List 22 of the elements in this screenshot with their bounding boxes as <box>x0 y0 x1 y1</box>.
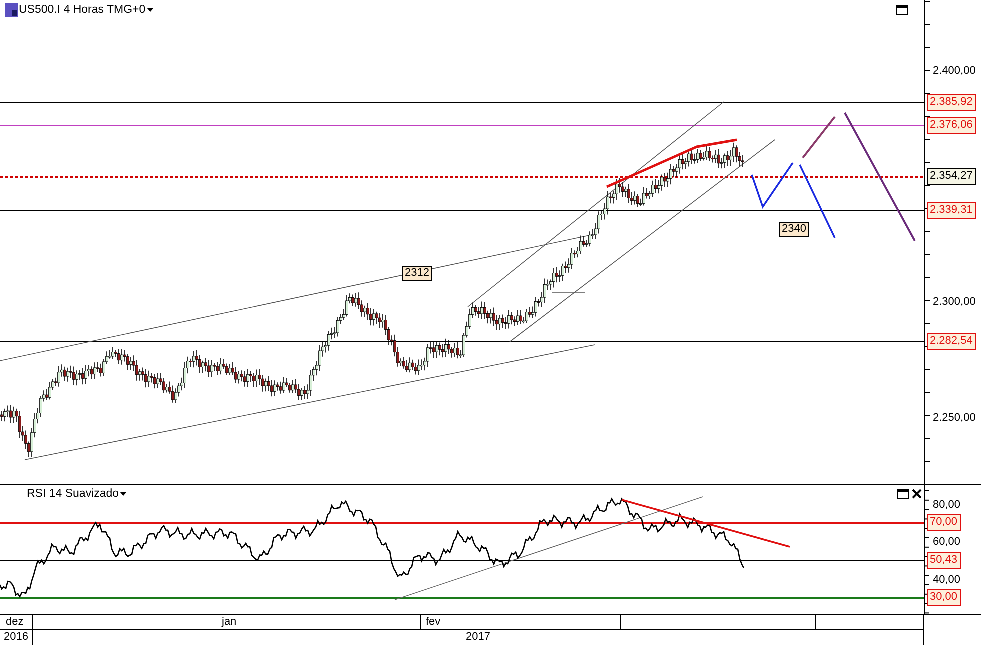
price-tick-label: 2.400,00 <box>933 64 976 79</box>
price-level-label: 2.376,06 <box>927 117 976 134</box>
price-level-label: 2.339,31 <box>927 202 976 219</box>
rsi-level-label: 30,00 <box>927 589 961 606</box>
price-annotation: 2340 <box>779 222 810 237</box>
rsi-tick-label: 80,00 <box>933 498 961 513</box>
year-label: 2016 <box>4 630 28 644</box>
month-label: dez <box>6 615 24 629</box>
price-level-label: 2.282,54 <box>927 333 976 350</box>
price-tick-label: 2.300,00 <box>933 295 976 310</box>
rsi-level-label: 50,43 <box>927 552 961 569</box>
price-level-label: 2.385,92 <box>927 94 976 111</box>
month-label: fev <box>426 615 441 629</box>
indicator-title[interactable]: RSI 14 Suavizado <box>27 488 120 500</box>
price-tick-label: 2.250,00 <box>933 411 976 426</box>
rsi-level-label: 70,00 <box>927 514 961 531</box>
month-label: jan <box>222 615 237 629</box>
price-level-label: 2.354,27 <box>927 168 976 185</box>
year-label: 2017 <box>466 630 490 644</box>
price-annotation: 2312 <box>402 266 432 281</box>
rsi-tick-label: 40,00 <box>933 573 961 588</box>
rsi-tick-label: 60,00 <box>933 535 961 550</box>
